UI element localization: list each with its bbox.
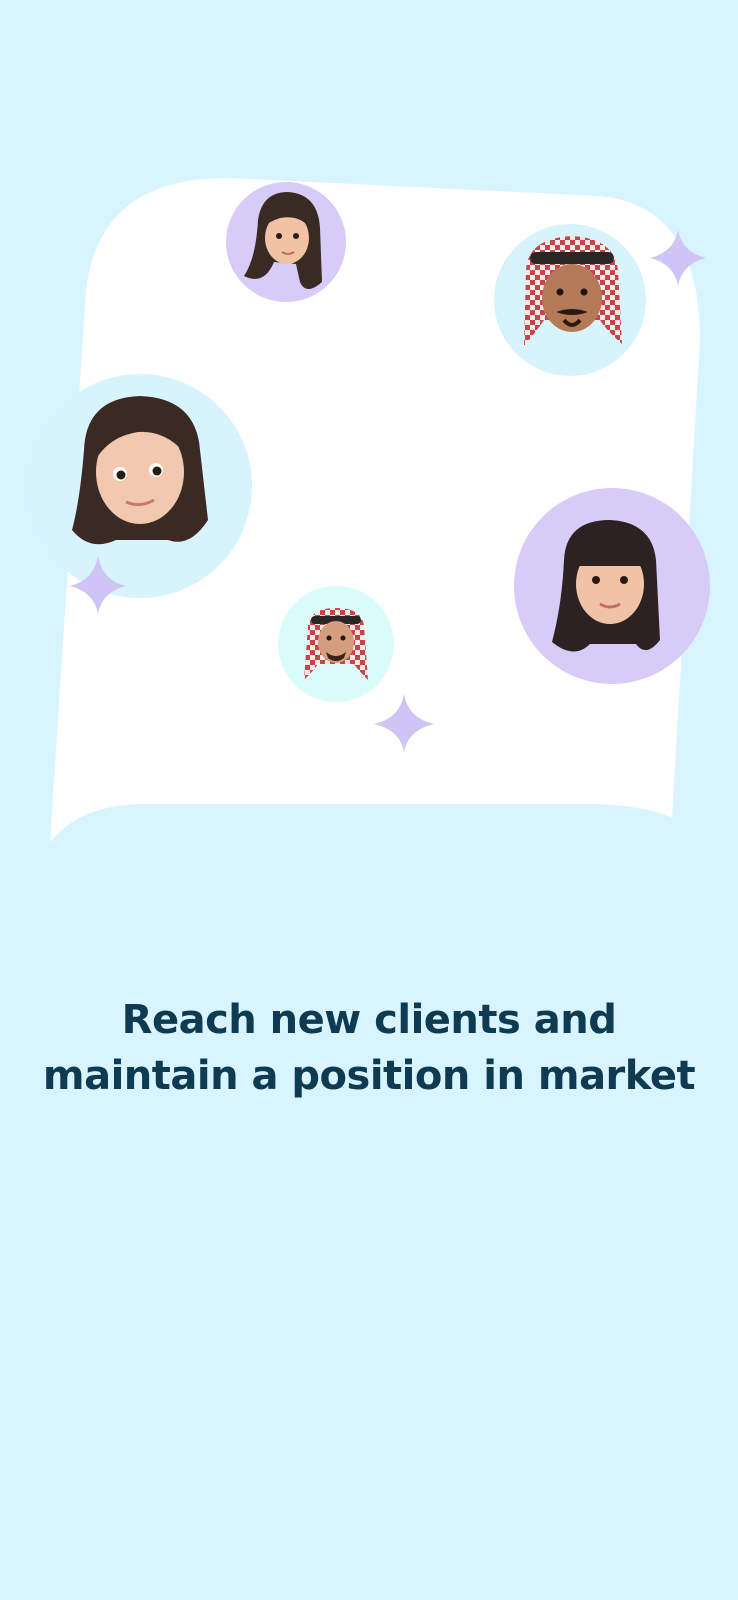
avatar-man-top-right	[494, 224, 646, 376]
avatar-woman-left	[28, 374, 252, 598]
avatar-man-center	[278, 586, 394, 702]
onboarding-screen: Reach new clients and maintain a positio…	[0, 0, 738, 1600]
avatar-woman-top	[226, 182, 346, 302]
onboarding-illustration	[28, 177, 710, 842]
avatar-woman-right	[514, 488, 710, 684]
headline-line-1: Reach new clients and	[121, 997, 617, 1043]
headline-line-2: maintain a position in market	[42, 1053, 696, 1099]
onboarding-headline: Reach new clients and maintain a positio…	[20, 992, 718, 1104]
